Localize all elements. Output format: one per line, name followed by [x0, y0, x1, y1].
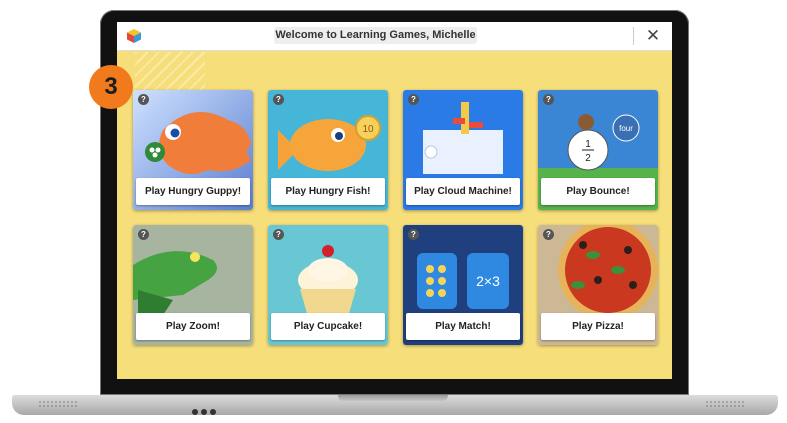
step-number-badge: 3 — [89, 65, 133, 109]
game-card-cloud-machine[interactable]: ? Play Cloud Machine! — [403, 90, 523, 210]
play-zoom-button[interactable]: Play Zoom! — [136, 313, 250, 340]
title-bar: Welcome to Learning Games, Michelle ✕ — [117, 22, 672, 51]
play-cupcake-button[interactable]: Play Cupcake! — [271, 313, 385, 340]
game-card-hungry-guppy[interactable]: ? Play Hungry Guppy! — [133, 90, 253, 210]
speaker-grille-right — [705, 400, 745, 409]
help-icon[interactable]: ? — [408, 94, 419, 105]
play-pizza-button[interactable]: Play Pizza! — [541, 313, 655, 340]
cube-icon — [127, 29, 141, 43]
play-match-button[interactable]: Play Match! — [406, 313, 520, 340]
game-card-bounce[interactable]: 1 2 four ? Play Bounce! — [538, 90, 658, 210]
help-icon[interactable]: ? — [273, 229, 284, 240]
app-window: Welcome to Learning Games, Michelle ✕ ? … — [117, 22, 672, 379]
help-icon[interactable]: ? — [543, 229, 554, 240]
help-icon[interactable]: ? — [408, 229, 419, 240]
game-card-cupcake[interactable]: ? Play Cupcake! — [268, 225, 388, 345]
game-card-pizza[interactable]: ? Play Pizza! — [538, 225, 658, 345]
help-icon[interactable]: ? — [138, 229, 149, 240]
play-hungry-fish-button[interactable]: Play Hungry Fish! — [271, 178, 385, 205]
game-card-hungry-fish[interactable]: 10 ? Play Hungry Fish! — [268, 90, 388, 210]
indicator-dots — [192, 402, 222, 415]
game-card-match[interactable]: 2×3 ? Play Match! — [403, 225, 523, 345]
balloon-word: four — [619, 124, 633, 133]
window-title: Welcome to Learning Games, Michelle — [274, 27, 477, 44]
speaker-grille-left — [38, 400, 78, 409]
play-hungry-guppy-button[interactable]: Play Hungry Guppy! — [136, 178, 250, 205]
play-bounce-button[interactable]: Play Bounce! — [541, 178, 655, 205]
help-icon[interactable]: ? — [543, 94, 554, 105]
laptop-notch — [338, 395, 448, 402]
help-icon[interactable]: ? — [138, 94, 149, 105]
match-expression: 2×3 — [476, 273, 500, 289]
game-card-zoom[interactable]: ? Play Zoom! — [133, 225, 253, 345]
close-button[interactable]: ✕ — [643, 26, 663, 46]
fraction-denominator: 2 — [585, 153, 591, 164]
fish-score-badge: 10 — [362, 124, 374, 135]
fraction-numerator: 1 — [585, 139, 591, 150]
title-divider — [633, 27, 634, 45]
help-icon[interactable]: ? — [273, 94, 284, 105]
play-cloud-machine-button[interactable]: Play Cloud Machine! — [406, 178, 520, 205]
